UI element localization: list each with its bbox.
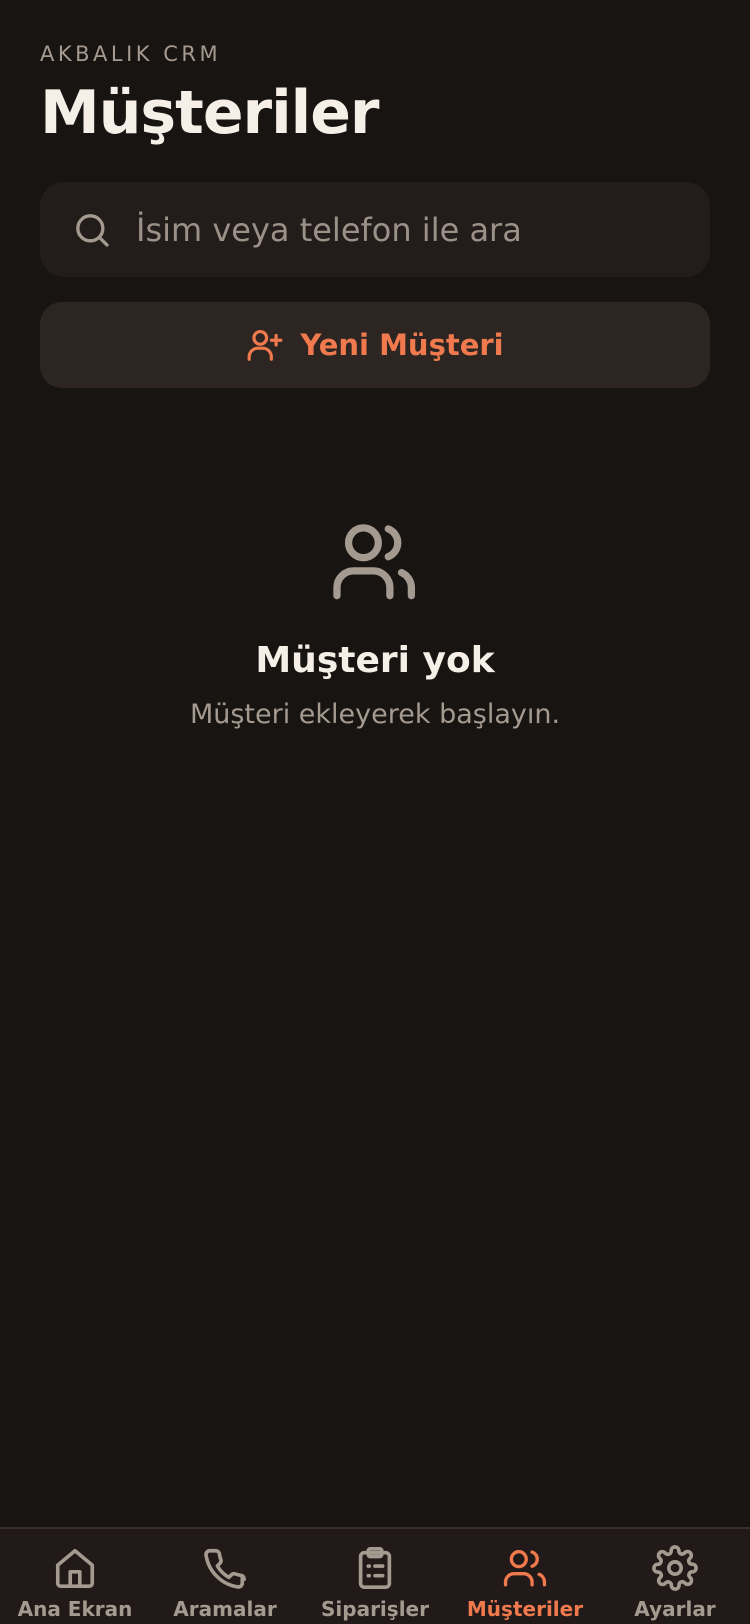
tab-home[interactable]: Ana Ekran <box>0 1529 150 1624</box>
tab-orders[interactable]: Siparişler <box>300 1529 450 1624</box>
empty-state-subtitle: Müşteri ekleyerek başlayın. <box>189 699 561 730</box>
users-icon <box>503 1550 547 1587</box>
search-icon <box>76 214 109 247</box>
new-customer-button[interactable]: Yeni Müşteri <box>40 302 710 388</box>
gear-icon <box>652 1545 698 1591</box>
search-box[interactable] <box>40 182 710 277</box>
tab-orders-label: Siparişler <box>321 1597 429 1621</box>
user-plus-icon <box>247 329 283 361</box>
search-input[interactable] <box>136 182 686 277</box>
customers-screen: AKBALIK CRM Müşteriler Yeni Müşteri Müşt… <box>0 0 750 1624</box>
tab-calls-label: Aramalar <box>173 1597 277 1621</box>
tab-calls[interactable]: Aramalar <box>150 1529 300 1624</box>
page-title: Müşteriler <box>40 78 380 148</box>
app-name: AKBALIK CRM <box>40 42 222 66</box>
tab-settings[interactable]: Ayarlar <box>600 1529 750 1624</box>
empty-state-title: Müşteri yok <box>255 640 495 681</box>
phone-icon <box>204 1548 246 1589</box>
empty-state: Müşteri yok Müşteri ekleyerek başlayın. <box>0 520 750 730</box>
tab-customers[interactable]: Müşteriler <box>450 1529 600 1624</box>
users-icon <box>333 524 416 600</box>
new-customer-label: Yeni Müşteri <box>300 328 504 362</box>
tab-home-label: Ana Ekran <box>17 1597 133 1621</box>
tab-customers-label: Müşteriler <box>466 1597 584 1621</box>
clipboard-list-icon <box>358 1547 392 1589</box>
tab-settings-label: Ayarlar <box>634 1597 716 1621</box>
bottom-tab-bar: Ana Ekran Aramalar Siparişler Müşteriler… <box>0 1527 750 1624</box>
home-icon <box>55 1548 95 1589</box>
